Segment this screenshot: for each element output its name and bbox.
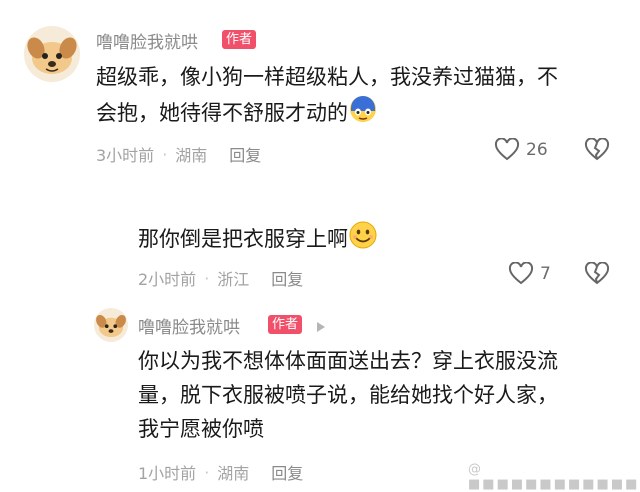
heart-outline-icon	[508, 262, 534, 285]
smiling-face-emoji-icon	[348, 220, 378, 260]
comment-text: 超级乖，像小狗一样超级粘人，我没养过猫猫，不 会抱，她待得不舒服才动的	[96, 60, 616, 134]
play-arrow-icon	[316, 318, 326, 337]
avatar[interactable]	[94, 308, 128, 342]
heart-outline-icon	[494, 138, 520, 161]
dislike-button[interactable]	[584, 137, 610, 166]
comment-time: 3小时前	[96, 146, 155, 165]
comment-username[interactable]: 噜噜脸我就哄	[138, 313, 240, 338]
like-button[interactable]: 26	[494, 138, 548, 162]
like-count: 7	[540, 264, 551, 284]
comment-text-line: 你以为我不想体体面面送出去？穿上衣服没流	[138, 349, 558, 373]
comment-text: 那你倒是把衣服穿上啊	[138, 220, 378, 260]
flushed-face-emoji-icon	[348, 94, 378, 134]
comment-location: 浙江	[217, 270, 250, 289]
comment-meta: 1小时前 · 湖南 回复	[138, 460, 303, 484]
separator-dot: ·	[204, 462, 210, 482]
dislike-button[interactable]	[584, 261, 610, 290]
comment-text-line: 我宁愿被你喷	[138, 417, 264, 441]
comment-username[interactable]: 噜噜脸我就哄	[96, 28, 198, 53]
like-button[interactable]: 7	[508, 262, 551, 286]
comment-text-line: 量，脱下衣服被喷子说，能给她找个好人家，	[138, 383, 558, 407]
reply-button[interactable]: 回复	[271, 266, 303, 290]
dog-avatar-icon	[27, 37, 77, 74]
author-badge: 作者	[222, 30, 257, 49]
dog-avatar-icon	[96, 314, 126, 338]
comment-location: 湖南	[217, 464, 250, 483]
comment-text-line: 会抱，她待得不舒服才动的	[96, 94, 616, 134]
comment-location: 湖南	[175, 146, 208, 165]
comment-time: 1小时前	[138, 464, 197, 483]
comment-text-line: 超级乖，像小狗一样超级粘人，我没养过猫猫，不	[96, 65, 558, 89]
author-badge: 作者	[268, 315, 303, 334]
separator-dot: ·	[204, 268, 210, 288]
avatar[interactable]	[24, 26, 80, 82]
like-count: 26	[526, 140, 548, 160]
comment-meta: 3小时前 · 湖南 回复	[96, 142, 261, 166]
comment-time: 2小时前	[138, 270, 197, 289]
reply-button[interactable]: 回复	[271, 460, 303, 484]
broken-heart-icon	[584, 137, 610, 161]
separator-dot: ·	[162, 144, 168, 164]
comment-text: 你以为我不想体体面面送出去？穿上衣服没流 量，脱下衣服被喷子说，能给她找个好人家…	[138, 344, 628, 446]
reply-button[interactable]: 回复	[229, 142, 261, 166]
broken-heart-icon	[584, 261, 610, 285]
comment-meta: 2小时前 · 浙江 回复	[138, 266, 303, 290]
